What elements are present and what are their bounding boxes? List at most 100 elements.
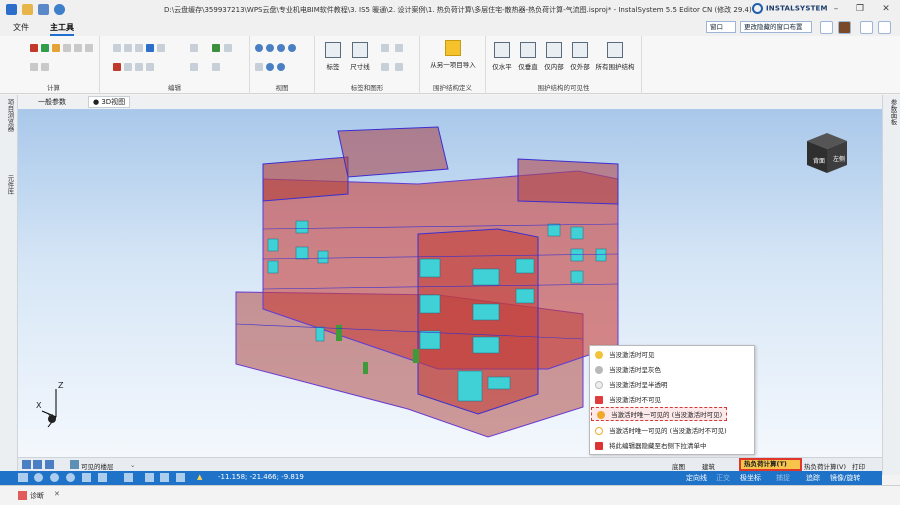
text-icon[interactable] — [381, 63, 389, 71]
mirror-icon[interactable] — [190, 63, 198, 71]
move-icon[interactable] — [135, 63, 143, 71]
close-button[interactable]: ✕ — [876, 2, 896, 16]
grid-icon[interactable] — [50, 473, 59, 482]
ortho-toggle[interactable]: 正交 — [716, 473, 730, 483]
close-icon[interactable]: ✕ — [54, 490, 60, 498]
up-arrow-icon[interactable] — [22, 460, 31, 469]
window-select[interactable]: 窗口 — [706, 21, 736, 33]
building-editor-button[interactable]: 建筑 — [702, 461, 715, 471]
layer-icon[interactable] — [98, 473, 107, 482]
zoom-in-icon[interactable] — [255, 44, 263, 52]
zoom-next-icon[interactable] — [277, 63, 285, 71]
undo-icon[interactable] — [54, 4, 65, 15]
table-view-icon[interactable] — [124, 473, 133, 482]
down-arrow-icon[interactable] — [33, 460, 42, 469]
drop2-icon[interactable] — [74, 44, 82, 52]
dimension-button[interactable]: 尺寸线 — [347, 42, 373, 71]
window-view-icon[interactable] — [176, 473, 185, 482]
paste-icon[interactable] — [135, 44, 143, 52]
minimize-button[interactable]: – — [826, 2, 846, 16]
project-manager-tab[interactable]: 项目浏览器 — [5, 99, 15, 132]
calc-icon[interactable] — [30, 44, 38, 52]
warning-icon[interactable]: ▲ — [197, 473, 202, 481]
vertical-only-text: 仅垂直 — [518, 63, 538, 71]
vertical-only-button[interactable]: 仅垂直 — [516, 42, 540, 71]
open-folder-icon[interactable] — [22, 4, 33, 15]
dimension-icon — [352, 42, 368, 58]
tab-file[interactable]: 文件 — [13, 22, 29, 33]
copy-icon[interactable] — [124, 44, 132, 52]
menu-item-hide-editor[interactable]: 将此编辑器隐藏至右侧下拉清单中 — [590, 439, 756, 453]
clipboard-icon[interactable] — [146, 44, 154, 52]
drop3-icon[interactable] — [85, 44, 93, 52]
shape-icon[interactable] — [395, 63, 403, 71]
heat-calc-v-button[interactable]: 热负荷计算(V) — [804, 461, 846, 471]
tab-general-params[interactable]: 一般参数 — [38, 97, 66, 107]
label-button[interactable]: 标签 — [321, 42, 345, 71]
arrow-icon[interactable] — [381, 44, 389, 52]
heat-calc-t-button[interactable]: 热负荷计算(T) — [739, 458, 802, 471]
rotate-icon[interactable] — [146, 63, 154, 71]
tab-main-tools[interactable]: 主工具 — [50, 22, 74, 36]
table-icon[interactable] — [224, 44, 232, 52]
collapse-ribbon-icon[interactable] — [878, 21, 891, 34]
layers-icon[interactable] — [30, 63, 38, 71]
outer-only-button[interactable]: 仅外部 — [568, 42, 592, 71]
run-icon[interactable] — [52, 44, 60, 52]
diagnostics-tab[interactable]: 诊断 — [30, 491, 44, 501]
help-icon[interactable] — [860, 21, 873, 34]
rect-icon[interactable] — [157, 44, 165, 52]
visible-floors-select[interactable]: 可见的楼层 — [81, 461, 114, 471]
align-icon[interactable] — [190, 44, 198, 52]
cut-icon[interactable] — [113, 63, 121, 71]
menu-item-invisible-inactive[interactable]: 当没激活时不可见 — [590, 393, 756, 407]
duplicate-icon[interactable] — [124, 63, 132, 71]
snap-toggle[interactable]: 极坐标 — [740, 473, 761, 483]
zoom-all-icon[interactable] — [288, 44, 296, 52]
menu-item-only-visible-active[interactable]: 当激活时唯一可见的 (当没激活时可见) — [591, 407, 727, 421]
zoom-prev-icon[interactable] — [266, 63, 274, 71]
settings-view-icon[interactable] — [160, 473, 169, 482]
floorplan-editor-button[interactable]: 底图 — [672, 461, 685, 471]
zoom-out-icon[interactable] — [266, 44, 274, 52]
menu-item-gray-inactive[interactable]: 当没激活时呈灰色 — [590, 363, 756, 377]
menu-item-translucent-inactive[interactable]: 当没激活时呈半透明 — [590, 378, 756, 392]
check-icon[interactable] — [41, 44, 49, 52]
polarline-toggle[interactable]: 定向线 — [686, 473, 707, 483]
door — [363, 362, 368, 374]
horizontal-only-button[interactable]: 仅水平 — [490, 42, 514, 71]
bar-icon[interactable] — [395, 44, 403, 52]
eye-icon[interactable] — [18, 473, 28, 482]
track-toggle[interactable]: 追踪 — [806, 473, 820, 483]
drop-icon[interactable] — [63, 44, 71, 52]
track-icon[interactable] — [66, 473, 75, 482]
pan-icon[interactable] — [255, 63, 263, 71]
grid-toggle[interactable]: 捕捉 — [776, 473, 790, 483]
list-view-icon[interactable] — [145, 473, 154, 482]
list-icon[interactable] — [41, 63, 49, 71]
properties-tab[interactable]: 参数面板 — [888, 99, 898, 125]
maximize-button[interactable]: ❐ — [850, 2, 870, 16]
library-tab[interactable]: 元件库 — [5, 175, 15, 195]
filter-icon[interactable] — [212, 44, 220, 52]
snap-icon[interactable] — [34, 473, 43, 482]
import-button[interactable]: 从另一项目导入 — [425, 40, 481, 69]
delete-icon[interactable] — [212, 63, 220, 71]
floor-icon[interactable] — [45, 460, 54, 469]
layout-save-icon[interactable] — [820, 21, 833, 34]
tab-3d-view[interactable]: ● 3D视图 — [88, 96, 131, 108]
all-envelope-button[interactable]: 所有围护结构 — [592, 42, 638, 71]
menu-item-only-visible-hidden[interactable]: 当激活时唯一可见的 (当没激活时不可见) — [590, 424, 756, 438]
coffee-icon[interactable] — [838, 21, 851, 34]
save-icon[interactable] — [6, 4, 17, 15]
layout-select[interactable]: 更改隐藏的窗口布置 — [740, 21, 812, 33]
print-button[interactable]: 打印 — [852, 461, 865, 471]
ortho-icon[interactable] — [82, 473, 91, 482]
group-label-envelope-def: 围护结构定义 — [433, 84, 472, 92]
new-file-icon[interactable] — [38, 4, 49, 15]
inner-only-button[interactable]: 仅内部 — [542, 42, 566, 71]
chevron-down-icon[interactable]: ⌄ — [130, 461, 135, 469]
zoom-window-icon[interactable] — [277, 44, 285, 52]
select-icon[interactable] — [113, 44, 121, 52]
menu-item-visible-inactive[interactable]: 当没激活时可见 — [590, 348, 756, 362]
